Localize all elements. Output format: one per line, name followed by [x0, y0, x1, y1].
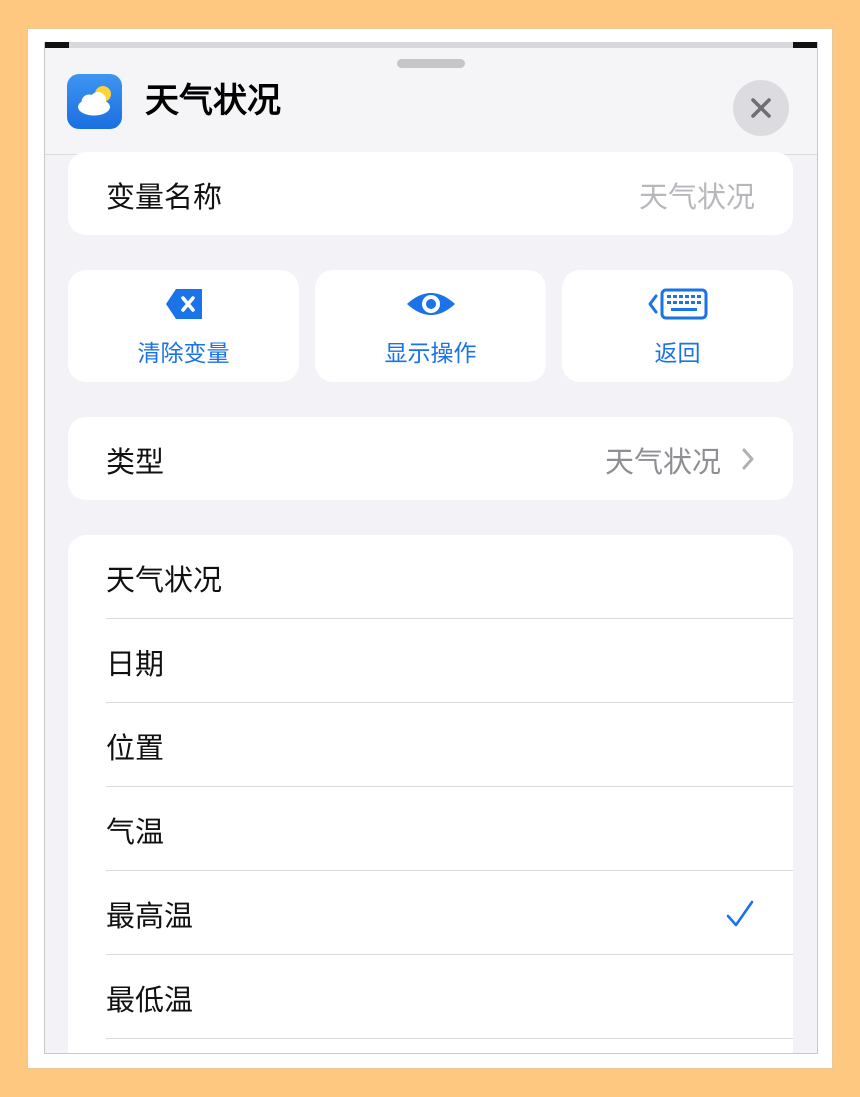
variable-name-label: 变量名称: [106, 180, 223, 214]
sheet-header: 天气状况: [45, 48, 817, 155]
type-row[interactable]: 类型 天气状况: [68, 417, 793, 500]
checkmark-icon: [726, 900, 754, 927]
show-action-button[interactable]: 显示操作: [315, 270, 546, 382]
list-item-low-temperature[interactable]: 最低温: [68, 955, 793, 1039]
show-action-label: 显示操作: [384, 341, 477, 367]
type-value: 天气状况: [604, 445, 721, 479]
list-item-label: 日期: [106, 647, 165, 681]
variable-sheet: 天气状况 变量名称 天气状况 清除变量 显示操作 返回 类型 天气状况 天气状况…: [44, 42, 818, 1054]
back-button[interactable]: 返回: [562, 270, 793, 382]
list-item-label: 位置: [106, 731, 165, 765]
sheet-title: 天气状况: [145, 81, 281, 121]
list-item-high-temperature[interactable]: 最高温: [68, 871, 793, 955]
clear-variable-icon: [165, 289, 202, 319]
close-icon: [751, 98, 771, 118]
type-label: 类型: [106, 445, 165, 479]
clear-variable-button[interactable]: 清除变量: [68, 270, 299, 382]
variable-name-row[interactable]: 变量名称 天气状况: [68, 152, 793, 235]
close-button[interactable]: [733, 80, 789, 136]
property-list: 天气状况 日期 位置 气温 最高温 最低温: [68, 535, 793, 1053]
list-item-date[interactable]: 日期: [68, 619, 793, 703]
list-item-label: 天气状况: [106, 563, 223, 597]
list-item-label: 气温: [106, 815, 165, 849]
back-label: 返回: [654, 341, 701, 367]
sheet-grabber[interactable]: [397, 59, 465, 68]
list-item-label: 最高温: [106, 899, 194, 933]
list-item-location[interactable]: 位置: [68, 703, 793, 787]
list-item-temperature[interactable]: 气温: [68, 787, 793, 871]
variable-name-value[interactable]: 天气状况: [639, 174, 755, 216]
list-item-label: 最低温: [106, 983, 194, 1017]
weather-app-icon: [67, 74, 122, 129]
chevron-right-icon: [742, 448, 754, 470]
keyboard-back-icon: [648, 288, 707, 320]
list-item-weather-condition[interactable]: 天气状况: [68, 535, 793, 619]
eye-icon: [406, 293, 455, 315]
clear-variable-label: 清除变量: [137, 341, 230, 367]
list-divider: [106, 1038, 793, 1039]
